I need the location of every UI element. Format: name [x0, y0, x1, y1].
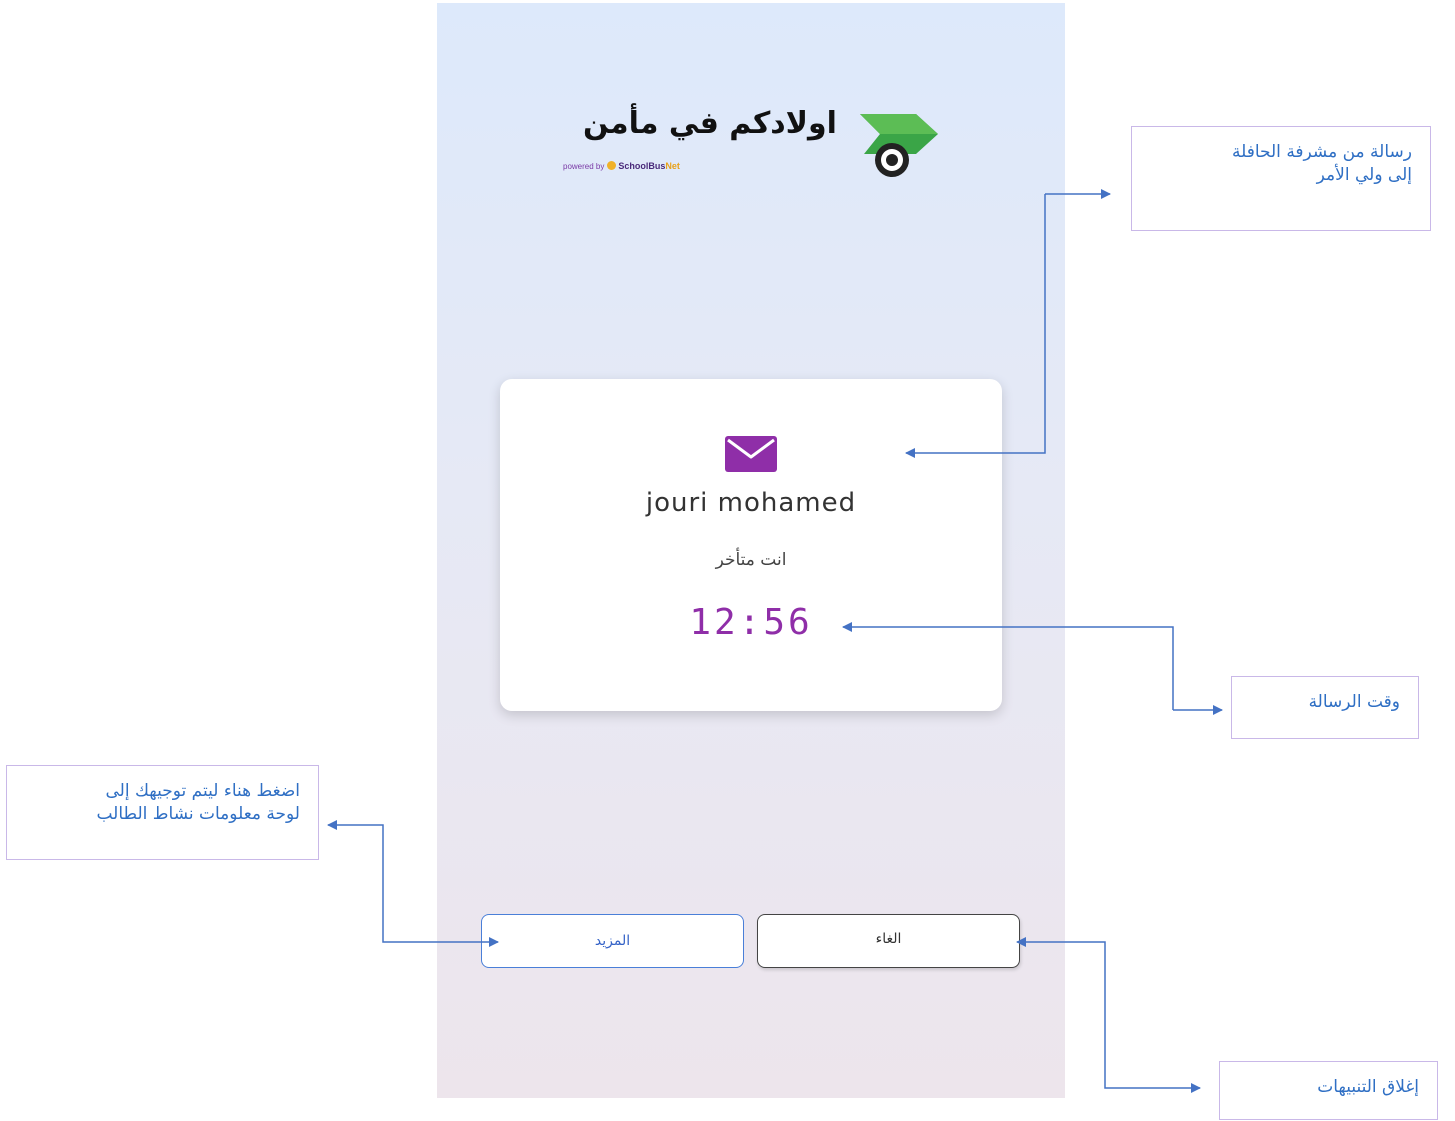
powered-brand-main: SchoolBus — [618, 161, 666, 171]
cancel-button[interactable]: الغاء — [757, 914, 1020, 968]
app-logo-icon — [860, 114, 938, 177]
app-title: اولادكم في مأمن — [583, 106, 837, 141]
schoolbusnet-mini-icon — [607, 161, 617, 170]
powered-by-label: powered by SchoolBusNet — [563, 161, 680, 171]
message-time: 12:56 — [689, 602, 813, 643]
more-callout-line-1: اضغط هناء ليتم توجيهك إلى — [105, 781, 300, 801]
more-button[interactable]: المزيد — [481, 914, 744, 968]
envelope-icon — [725, 436, 777, 472]
sender-name: jouri mohamed — [645, 488, 857, 518]
powered-by-text: powered by — [563, 162, 605, 171]
more-callout-line-2: لوحة معلومات نشاط الطالب — [96, 804, 300, 825]
message-callout-line-2: إلى ولي الأمر — [1316, 165, 1412, 186]
more-callout: اضغط هناء ليتم توجيهك إلى لوحة معلومات ن… — [6, 765, 319, 860]
message-text: انت متأخر — [715, 550, 787, 570]
powered-brand-suffix: Net — [665, 161, 680, 171]
notification-card — [500, 379, 1002, 711]
cancel-callout: إغلاق التنبيهات — [1219, 1061, 1438, 1120]
message-callout-line-1: رسالة من مشرفة الحافلة — [1231, 142, 1412, 162]
time-callout: وقت الرسالة — [1231, 676, 1419, 739]
message-callout: رسالة من مشرفة الحافلة إلى ولي الأمر — [1131, 126, 1431, 231]
